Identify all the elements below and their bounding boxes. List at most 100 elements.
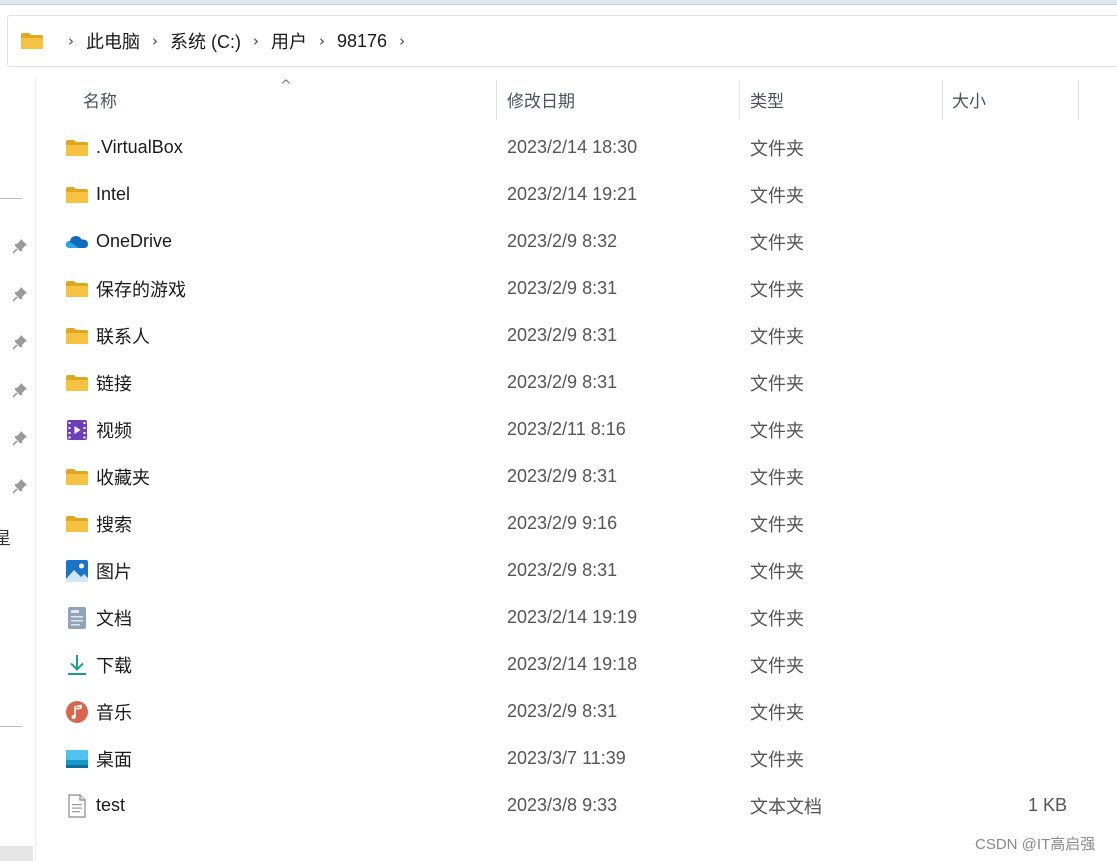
file-name-cell[interactable]: 链接 [65,359,132,406]
file-type: 文件夹 [750,373,804,394]
file-row[interactable]: 收藏夹 2023/2/9 8:31 文件夹 [37,453,1117,500]
file-name: 保存的游戏 [96,279,186,300]
onedrive-icon [65,230,89,254]
file-name-cell[interactable]: 收藏夹 [65,453,150,500]
file-name: 桌面 [96,749,132,770]
file-name-cell[interactable]: 音乐 [65,688,132,735]
file-type: 文件夹 [750,608,804,629]
folder-icon [65,324,89,348]
file-name-cell[interactable]: 联系人 [65,312,150,359]
file-row[interactable]: 视频 2023/2/11 8:16 文件夹 [37,406,1117,453]
column-header-size[interactable]: 大小 [952,78,986,120]
folder-icon [65,136,89,160]
file-size [945,500,1067,547]
breadcrumb-separator[interactable]: › [68,32,74,50]
file-name-cell[interactable]: 下载 [65,641,132,688]
breadcrumb-separator[interactable]: › [152,32,158,50]
file-type: 文件夹 [750,702,804,723]
file-name-cell[interactable]: 视频 [65,406,132,453]
column-header-name[interactable]: 名称 [83,78,117,120]
file-name-cell[interactable]: Intel [65,171,130,218]
column-header-type[interactable]: 类型 [750,78,784,120]
file-name: 链接 [96,373,132,394]
breadcrumb-drive-c[interactable]: 系统 (C:) [170,28,241,54]
file-row[interactable]: OneDrive 2023/2/9 8:32 文件夹 [37,218,1117,265]
file-row[interactable]: 桌面 2023/3/7 11:39 文件夹 [37,735,1117,782]
sort-ascending-icon: ^ [280,78,292,94]
file-name-cell[interactable]: 图片 [65,547,132,594]
address-bar[interactable]: › 此电脑 › 系统 (C:) › 用户 › 98176 › [7,15,1117,67]
file-row[interactable]: 文档 2023/2/14 19:19 文件夹 [37,594,1117,641]
file-size [945,124,1067,171]
file-size [945,359,1067,406]
pin-icon[interactable] [12,430,28,446]
file-type: 文件夹 [750,749,804,770]
file-date: 2023/2/14 19:18 [507,654,638,674]
nav-item-label-partial[interactable]: 星 [0,524,11,549]
file-date: 2023/3/8 9:33 [507,795,618,815]
nav-divider [0,726,22,727]
video-icon [65,418,89,442]
file-name-cell[interactable]: .VirtualBox [65,124,183,171]
file-name: 联系人 [96,326,150,347]
file-name-cell[interactable]: test [65,782,125,829]
file-size [945,594,1067,641]
nav-divider [0,198,22,199]
file-name: 文档 [96,608,132,629]
file-size [945,688,1067,735]
file-name-cell[interactable]: 搜索 [65,500,132,547]
file-date: 2023/2/9 8:31 [507,466,618,486]
file-size [945,547,1067,594]
pin-icon[interactable] [12,238,28,254]
file-type: 文件夹 [750,420,804,441]
file-type: 文件夹 [750,655,804,676]
file-size: 1 KB [1027,795,1067,815]
file-name-cell[interactable]: 保存的游戏 [65,265,186,312]
file-type: 文件夹 [750,279,804,300]
desktop-icon [65,747,89,771]
file-row[interactable]: 联系人 2023/2/9 8:31 文件夹 [37,312,1117,359]
breadcrumb-users[interactable]: 用户 [271,28,307,54]
file-size [945,453,1067,500]
file-name: OneDrive [96,231,173,251]
breadcrumb-separator[interactable]: › [253,32,259,50]
file-row[interactable]: 链接 2023/2/9 8:31 文件夹 [37,359,1117,406]
file-row[interactable]: test 2023/3/8 9:33 文本文档 1 KB [37,782,1117,829]
column-divider[interactable] [739,80,740,120]
file-row[interactable]: 图片 2023/2/9 8:31 文件夹 [37,547,1117,594]
file-size [945,265,1067,312]
file-type: 文件夹 [750,326,804,347]
pin-icon[interactable] [12,286,28,302]
file-row[interactable]: .VirtualBox 2023/2/14 18:30 文件夹 [37,124,1117,171]
column-divider[interactable] [496,80,497,120]
breadcrumb-user-folder[interactable]: 98176 [337,31,387,52]
breadcrumb-this-pc[interactable]: 此电脑 [86,28,140,54]
file-row[interactable]: 下载 2023/2/14 19:18 文件夹 [37,641,1117,688]
documents-icon [65,606,89,630]
file-size [945,735,1067,782]
file-name-cell[interactable]: 文档 [65,594,132,641]
pin-icon[interactable] [12,334,28,350]
file-name: 搜索 [96,514,132,535]
folder-icon [20,32,44,50]
file-row[interactable]: Intel 2023/2/14 19:21 文件夹 [37,171,1117,218]
column-divider[interactable] [942,80,943,120]
column-divider[interactable] [1078,80,1079,120]
file-row[interactable]: 搜索 2023/2/9 9:16 文件夹 [37,500,1117,547]
breadcrumb-separator[interactable]: › [319,32,325,50]
file-name-cell[interactable]: 桌面 [65,735,132,782]
nav-scroll-area[interactable] [0,846,33,861]
file-type: 文本文档 [750,796,822,817]
file-name-cell[interactable]: OneDrive [65,218,172,265]
column-header-date[interactable]: 修改日期 [507,78,575,120]
file-date: 2023/2/9 8:31 [507,325,618,345]
folder-icon [65,512,89,536]
file-name: Intel [96,184,131,204]
pin-icon[interactable] [12,478,28,494]
file-size [945,171,1067,218]
pin-icon[interactable] [12,382,28,398]
breadcrumb-separator[interactable]: › [399,32,405,50]
file-row[interactable]: 保存的游戏 2023/2/9 8:31 文件夹 [37,265,1117,312]
file-row[interactable]: 音乐 2023/2/9 8:31 文件夹 [37,688,1117,735]
text-file-icon [65,793,89,818]
